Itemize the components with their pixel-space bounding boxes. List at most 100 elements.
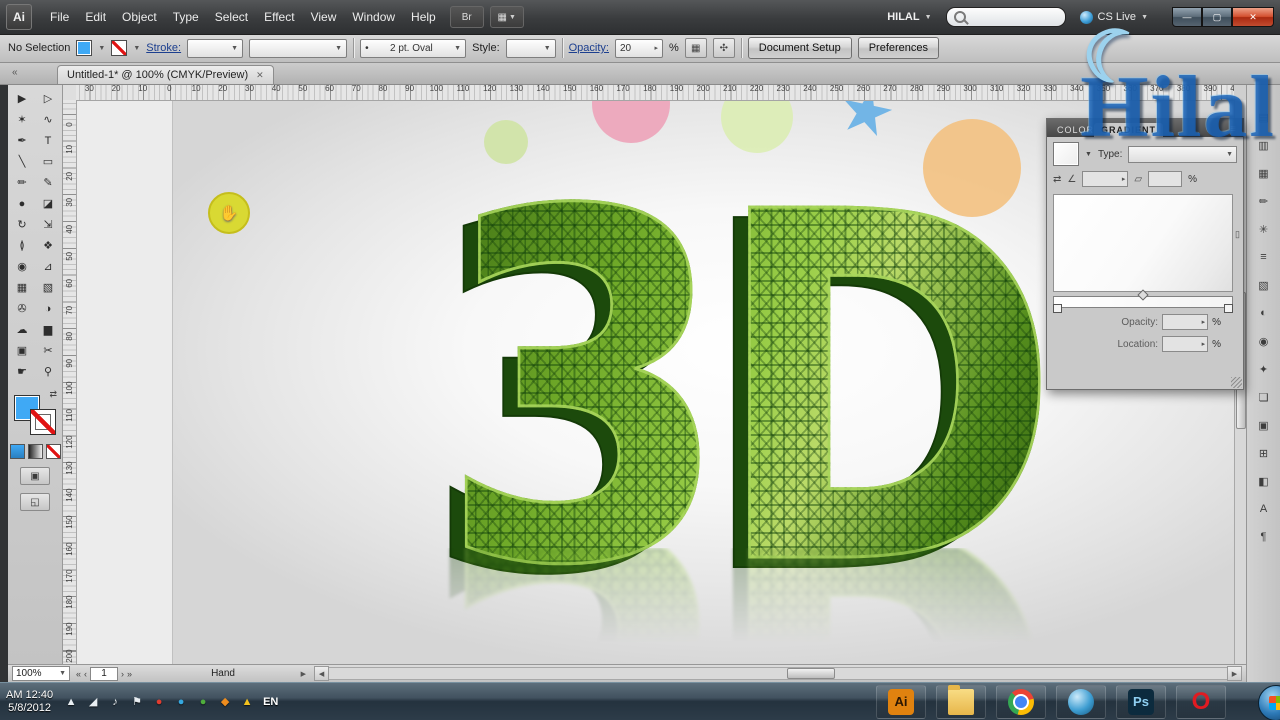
arrange-documents-icon[interactable]: ▦ ▼ [490,6,524,28]
horizontal-scrollbar-thumb[interactable] [787,668,835,679]
status-display[interactable]: Hand ▶ [138,667,308,681]
horizontal-ruler[interactable]: 3020100102030405060708090100110120130140… [76,84,1234,101]
action-center-icon[interactable]: ⚑ [129,694,145,710]
download-manager-icon[interactable]: ◆ [217,694,233,710]
menu-item[interactable]: View [303,6,345,28]
hand-tool[interactable]: ☛ [9,361,35,382]
tab-gradient[interactable]: GRADIENT [1094,123,1163,137]
photoshop-taskbar-button[interactable]: Ps [1116,685,1166,719]
character-panel-icon[interactable]: A [1254,500,1274,518]
swatches-panel-icon[interactable]: ▦ [1254,164,1274,182]
pencil-tool[interactable]: ✎ [35,172,61,193]
chevron-down-icon[interactable]: ▼ [1085,151,1092,158]
free-transform-tool[interactable]: ❖ [35,235,61,256]
stop-location-input[interactable]: ▸ [1162,336,1208,352]
stroke-panel-icon[interactable]: ≡ [1254,248,1274,266]
messenger-icon[interactable]: ● [173,694,189,710]
app-logo-icon[interactable]: Ai [6,4,32,30]
gradient-type-select[interactable]: ▼ [1128,146,1237,163]
menu-item[interactable]: Edit [77,6,114,28]
stroke-weight-select[interactable]: ▼ [187,39,243,58]
brushes-panel-icon[interactable]: ✏ [1254,192,1274,210]
minimize-button[interactable]: — [1172,7,1202,27]
vertical-ruler[interactable]: 0102030405060708090100110120130140150160… [62,100,77,664]
column-graph-tool[interactable]: ▆ [35,319,61,340]
zoom-level-select[interactable]: 100% ▼ [12,666,70,681]
workspace-switcher[interactable]: HILAL ▼ [887,11,931,23]
language-indicator[interactable]: EN [263,696,278,708]
illustrator-taskbar-button[interactable]: Ai [876,685,926,719]
first-artboard-button[interactable]: « [76,669,81,679]
chrome-taskbar-button[interactable] [996,685,1046,719]
previous-artboard-button[interactable]: ‹ [84,669,87,679]
close-button[interactable]: ✕ [1232,7,1274,27]
folder-taskbar-button[interactable] [936,685,986,719]
scale-tool[interactable]: ⇲ [35,214,61,235]
menu-item[interactable]: Object [114,6,165,28]
start-button[interactable] [1258,685,1280,720]
gradient-button[interactable] [28,444,43,459]
search-input[interactable] [946,7,1066,27]
maximize-button[interactable]: ▢ [1202,7,1232,27]
stop-opacity-input[interactable]: ▸ [1162,314,1208,330]
angle-input[interactable]: ▸ [1082,171,1128,187]
color-guide-panel-icon[interactable]: ▥ [1254,136,1274,154]
menu-item[interactable]: File [42,6,77,28]
shape-builder-tool[interactable]: ◉ [9,256,35,277]
swap-fill-stroke-icon[interactable]: ⇄ [49,389,57,400]
artboard-tool[interactable]: ▣ [9,340,35,361]
zoom-tool[interactable]: ⚲ [35,361,61,382]
mesh-tool[interactable]: ▦ [9,277,35,298]
rectangle-tool[interactable]: ▭ [35,151,61,172]
gradient-panel-icon[interactable]: ▧ [1254,276,1274,294]
type-tool[interactable]: T [35,130,61,151]
symbol-sprayer-tool[interactable]: ☁ [9,319,35,340]
menu-item[interactable]: Effect [256,6,302,28]
horizontal-scroll-track[interactable] [329,667,1227,680]
width-tool[interactable]: ≬ [9,235,35,256]
grid-options-icon[interactable]: ▦ [685,38,707,58]
preferences-button[interactable]: Preferences [858,37,939,59]
horizontal-scrollbar[interactable]: ◀ ▶ [314,667,1242,681]
opacity-input[interactable]: 20 ▸ [615,39,663,58]
show-hidden-icons-button[interactable]: ▲ [63,694,79,710]
transparency-panel-icon[interactable]: ◐ [1254,304,1274,322]
ruler-origin-corner[interactable] [62,84,77,101]
color-panel-icon[interactable]: ▤ [1254,108,1274,126]
none-button[interactable] [46,444,61,459]
panel-menu-icon[interactable]: ≡ [1226,122,1240,137]
volume-icon[interactable]: ♪ [107,694,123,710]
rotate-tool[interactable]: ↻ [9,214,35,235]
layers-panel-icon[interactable]: ❏ [1254,388,1274,406]
document-tab[interactable]: Untitled-1* @ 100% (CMYK/Preview) ✕ [57,65,274,84]
gradient-tool[interactable]: ▧ [35,277,61,298]
blend-tool[interactable]: ◑ [35,298,61,319]
scroll-left-icon[interactable]: ◀ [314,666,329,681]
eraser-tool[interactable]: ◪ [35,193,61,214]
symbols-panel-icon[interactable]: ✳ [1254,220,1274,238]
magic-wand-tool[interactable]: ✶ [9,109,35,130]
collapse-panel-icon[interactable]: « [12,67,18,78]
direct-selection-tool[interactable]: ▷ [35,88,61,109]
bridge-icon[interactable]: Br [450,6,484,28]
network-icon[interactable]: ◢ [85,694,101,710]
align-panel-icon[interactable]: ⊞ [1254,444,1274,462]
last-artboard-button[interactable]: » [127,669,132,679]
pen-tool[interactable]: ✒ [9,130,35,151]
messenger-taskbar-button[interactable] [1056,685,1106,719]
opacity-label[interactable]: Opacity: [569,42,609,54]
panel-resize-grip[interactable] [1231,377,1242,388]
variable-width-profile-select[interactable]: ▼ [249,39,347,58]
blob-brush-tool[interactable]: ● [9,193,35,214]
graphic-styles-panel-icon[interactable]: ✦ [1254,360,1274,378]
eyedropper-tool[interactable]: ✇ [9,298,35,319]
tab-color[interactable]: COLOR [1050,123,1094,137]
stroke-none-swatch[interactable] [111,40,127,56]
cs-live-button[interactable]: CS Live ▼ [1080,11,1148,24]
pathfinder-panel-icon[interactable]: ◧ [1254,472,1274,490]
artboard-number-input[interactable]: 1 [90,667,118,681]
color-button[interactable] [10,444,25,459]
stroke-color-swatch[interactable] [30,409,56,435]
next-artboard-button[interactable]: › [121,669,124,679]
gradient-preview[interactable] [1053,194,1233,292]
